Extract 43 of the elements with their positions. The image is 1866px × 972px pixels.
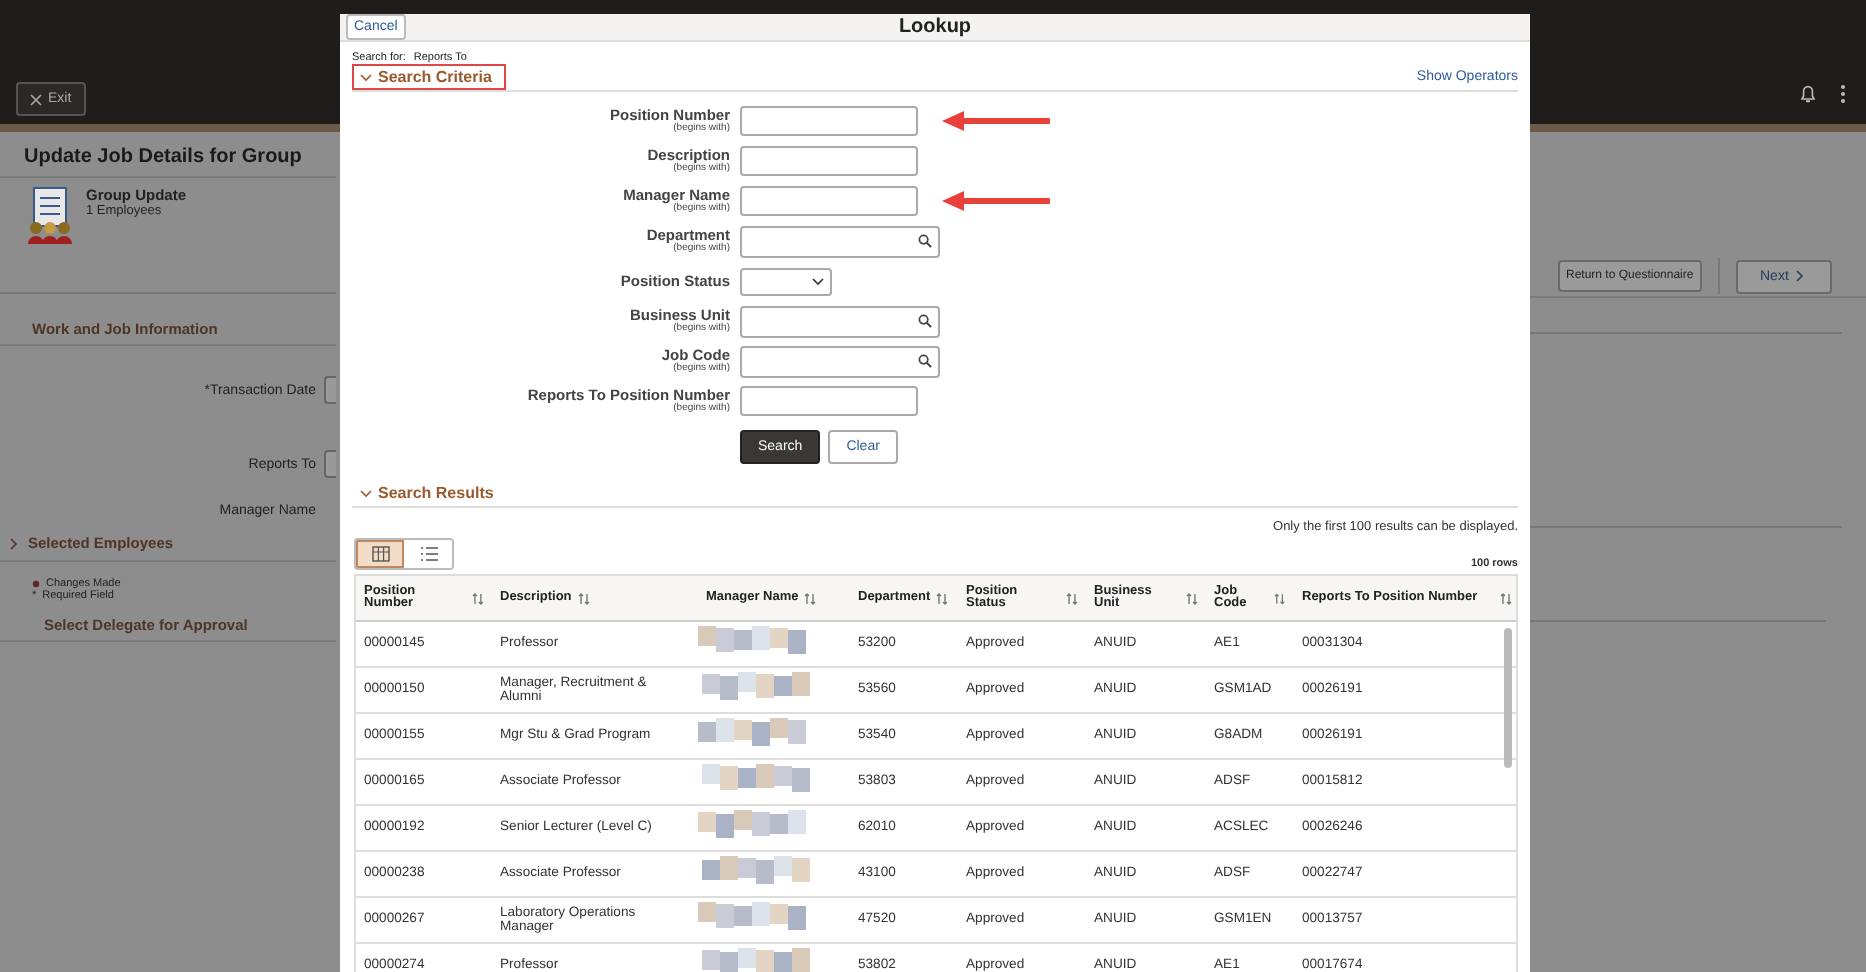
group-update-icon: [26, 186, 74, 246]
redacted-name: [698, 671, 814, 699]
chevron-right-icon: [8, 537, 20, 549]
search-icon[interactable]: [918, 354, 932, 368]
text-field[interactable]: [740, 186, 918, 216]
sort-icon[interactable]: [1500, 591, 1512, 605]
sort-icon[interactable]: [1274, 591, 1286, 605]
grid-icon: [371, 546, 389, 562]
redacted-name: [698, 763, 814, 791]
text-field[interactable]: [740, 386, 918, 416]
sort-icon[interactable]: [577, 591, 590, 605]
page-title: Update Job Details for Group: [0, 132, 336, 178]
redacted-name: [698, 947, 814, 972]
lookup-field[interactable]: [740, 225, 940, 257]
chevron-down-icon: [812, 275, 824, 287]
sort-icon[interactable]: [936, 591, 949, 605]
text-field[interactable]: [740, 106, 918, 136]
scrollbar[interactable]: [1504, 628, 1512, 768]
bell-icon[interactable]: [1800, 84, 1816, 104]
search-results-toggle[interactable]: Search Results: [352, 480, 508, 506]
redacted-name: [698, 855, 814, 883]
chevron-down-icon: [360, 487, 372, 499]
chevron-right-icon: [1794, 270, 1807, 282]
text-field[interactable]: [740, 146, 918, 176]
dropdown-field[interactable]: [740, 267, 832, 295]
sort-icon[interactable]: [1186, 591, 1198, 605]
search-icon[interactable]: [918, 234, 932, 248]
field-edge[interactable]: [324, 450, 336, 478]
lookup-field[interactable]: [740, 305, 940, 337]
sort-icon[interactable]: [1066, 591, 1078, 605]
chevron-down-icon: [360, 71, 372, 83]
more-icon[interactable]: [1840, 84, 1846, 104]
list-icon: [419, 546, 437, 562]
sort-icon[interactable]: [472, 591, 484, 605]
search-icon[interactable]: [918, 314, 932, 328]
dialog-title: Lookup: [898, 16, 972, 38]
grid-view-button[interactable]: [356, 540, 404, 568]
lookup-field[interactable]: [740, 345, 940, 377]
sort-icon[interactable]: [804, 591, 817, 605]
field-edge[interactable]: [324, 376, 336, 404]
dot-icon: [32, 580, 40, 588]
search-criteria-toggle[interactable]: Search Criteria: [352, 64, 506, 90]
close-icon: [30, 93, 42, 105]
